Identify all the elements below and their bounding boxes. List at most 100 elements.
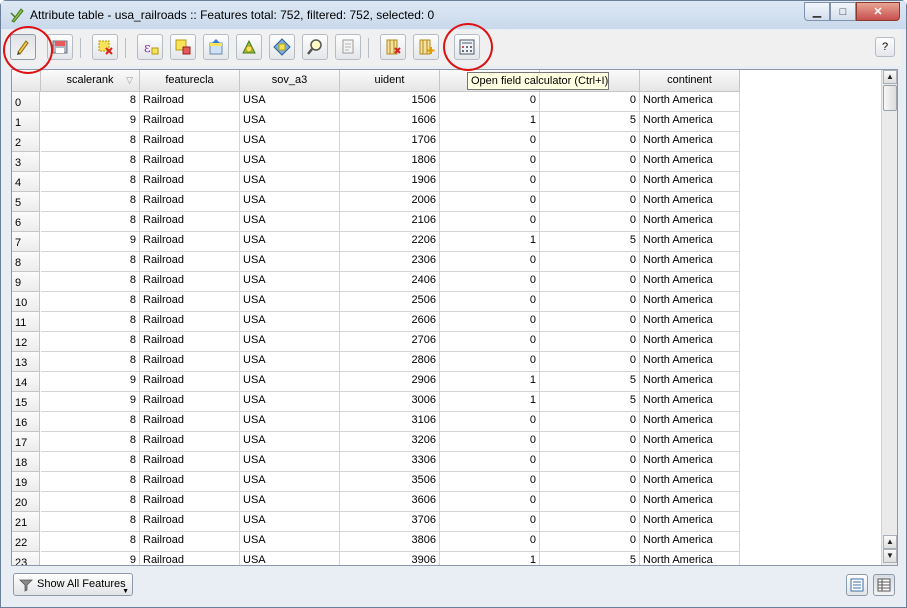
table-cell-scalerank[interactable]: 9 <box>41 392 140 412</box>
table-cell-sov_a3[interactable]: USA <box>240 352 340 372</box>
table-cell-scalerank[interactable]: 8 <box>41 92 140 112</box>
row-header[interactable]: 11 <box>12 312 40 332</box>
table-cell-sov_a3[interactable]: USA <box>240 232 340 252</box>
table-cell-continent[interactable]: North America <box>640 372 740 392</box>
filter-dropdown-button[interactable]: Show All Features ▼ <box>13 573 133 596</box>
table-cell-featurecla[interactable]: Railroad <box>140 112 240 132</box>
table-cell-uident[interactable]: 1606 <box>340 112 440 132</box>
table-cell-uident[interactable]: 1506 <box>340 92 440 112</box>
row-header[interactable]: 1 <box>12 112 40 132</box>
table-cell-sov_a3[interactable]: USA <box>240 112 340 132</box>
table-cell-sov_a3[interactable]: USA <box>240 452 340 472</box>
table-cell-scalerank[interactable]: 8 <box>41 252 140 272</box>
table-cell-scalerank[interactable]: 8 <box>41 452 140 472</box>
new-column-button[interactable] <box>413 34 439 60</box>
row-header[interactable]: 2 <box>12 132 40 152</box>
table-cell-uident[interactable]: 3306 <box>340 452 440 472</box>
table-cell-uident[interactable]: 3606 <box>340 492 440 512</box>
table-cell-c5[interactable]: 0 <box>440 132 540 152</box>
table-cell-uident[interactable]: 2506 <box>340 292 440 312</box>
row-header[interactable]: 17 <box>12 432 40 452</box>
delete-selected-button[interactable] <box>92 34 118 60</box>
row-header[interactable]: 19 <box>12 472 40 492</box>
table-cell-continent[interactable]: North America <box>640 92 740 112</box>
scroll-up-icon[interactable]: ▲ <box>883 70 897 84</box>
table-cell-c6[interactable]: 5 <box>540 552 640 565</box>
row-header[interactable]: 15 <box>12 392 40 412</box>
table-cell-c6[interactable]: 0 <box>540 492 640 512</box>
table-cell-scalerank[interactable]: 8 <box>41 132 140 152</box>
table-cell-sov_a3[interactable]: USA <box>240 512 340 532</box>
column-header[interactable]: featurecla <box>140 70 240 92</box>
table-cell-c6[interactable]: 0 <box>540 412 640 432</box>
minimize-icon[interactable]: ▁ <box>804 2 830 21</box>
table-cell-featurecla[interactable]: Railroad <box>140 452 240 472</box>
table-cell-uident[interactable]: 2806 <box>340 352 440 372</box>
delete-column-button[interactable] <box>380 34 406 60</box>
table-cell-featurecla[interactable]: Railroad <box>140 432 240 452</box>
table-cell-c5[interactable]: 0 <box>440 212 540 232</box>
table-cell-continent[interactable]: North America <box>640 352 740 372</box>
row-header[interactable]: 20 <box>12 492 40 512</box>
table-cell-featurecla[interactable]: Railroad <box>140 512 240 532</box>
table-cell-featurecla[interactable]: Railroad <box>140 232 240 252</box>
table-cell-scalerank[interactable]: 8 <box>41 512 140 532</box>
table-cell-continent[interactable]: North America <box>640 412 740 432</box>
table-cell-featurecla[interactable]: Railroad <box>140 372 240 392</box>
table-cell-continent[interactable]: North America <box>640 192 740 212</box>
table-cell-featurecla[interactable]: Railroad <box>140 272 240 292</box>
table-cell-uident[interactable]: 2406 <box>340 272 440 292</box>
table-cell-sov_a3[interactable]: USA <box>240 212 340 232</box>
table-cell-featurecla[interactable]: Railroad <box>140 152 240 172</box>
table-cell-c5[interactable]: 0 <box>440 152 540 172</box>
table-cell-c5[interactable]: 1 <box>440 372 540 392</box>
table-cell-c6[interactable]: 0 <box>540 272 640 292</box>
table-cell-featurecla[interactable]: Railroad <box>140 292 240 312</box>
table-cell-scalerank[interactable]: 8 <box>41 472 140 492</box>
table-cell-sov_a3[interactable]: USA <box>240 192 340 212</box>
unselect-all-button[interactable] <box>170 34 196 60</box>
table-cell-sov_a3[interactable]: USA <box>240 492 340 512</box>
table-cell-uident[interactable]: 2606 <box>340 312 440 332</box>
table-cell-featurecla[interactable]: Railroad <box>140 352 240 372</box>
row-header[interactable]: 23 <box>12 552 40 565</box>
scroll-down-icon[interactable]: ▼ <box>883 549 897 563</box>
row-header[interactable]: 3 <box>12 152 40 172</box>
table-view-icon[interactable] <box>846 574 868 596</box>
table-cell-c6[interactable]: 0 <box>540 212 640 232</box>
row-header[interactable]: 8 <box>12 252 40 272</box>
table-cell-c5[interactable]: 0 <box>440 272 540 292</box>
table-cell-scalerank[interactable]: 9 <box>41 232 140 252</box>
invert-selection-button[interactable] <box>236 34 262 60</box>
table-cell-uident[interactable]: 2306 <box>340 252 440 272</box>
table-cell-featurecla[interactable]: Railroad <box>140 192 240 212</box>
scroll-thumb[interactable] <box>883 85 897 111</box>
table-cell-scalerank[interactable]: 8 <box>41 272 140 292</box>
table-cell-scalerank[interactable]: 8 <box>41 192 140 212</box>
table-cell-continent[interactable]: North America <box>640 392 740 412</box>
table-cell-continent[interactable]: North America <box>640 312 740 332</box>
table-cell-scalerank[interactable]: 8 <box>41 212 140 232</box>
table-cell-sov_a3[interactable]: USA <box>240 532 340 552</box>
maximize-icon[interactable]: □ <box>830 2 856 21</box>
table-cell-scalerank[interactable]: 8 <box>41 292 140 312</box>
table-cell-c6[interactable]: 0 <box>540 152 640 172</box>
select-by-expression-button[interactable]: ε <box>137 34 163 60</box>
table-cell-uident[interactable]: 1706 <box>340 132 440 152</box>
column-header[interactable]: continent <box>640 70 740 92</box>
row-header[interactable]: 4 <box>12 172 40 192</box>
table-cell-c5[interactable]: 1 <box>440 392 540 412</box>
table-cell-continent[interactable]: North America <box>640 292 740 312</box>
table-cell-sov_a3[interactable]: USA <box>240 412 340 432</box>
table-cell-uident[interactable]: 3806 <box>340 532 440 552</box>
table-cell-uident[interactable]: 2906 <box>340 372 440 392</box>
table-cell-continent[interactable]: North America <box>640 492 740 512</box>
pan-map-to-selected-button[interactable] <box>269 34 295 60</box>
table-cell-scalerank[interactable]: 8 <box>41 532 140 552</box>
table-cell-featurecla[interactable]: Railroad <box>140 532 240 552</box>
table-cell-scalerank[interactable]: 8 <box>41 312 140 332</box>
table-cell-c5[interactable]: 0 <box>440 312 540 332</box>
table-cell-continent[interactable]: North America <box>640 452 740 472</box>
table-cell-continent[interactable]: North America <box>640 532 740 552</box>
table-cell-scalerank[interactable]: 8 <box>41 352 140 372</box>
